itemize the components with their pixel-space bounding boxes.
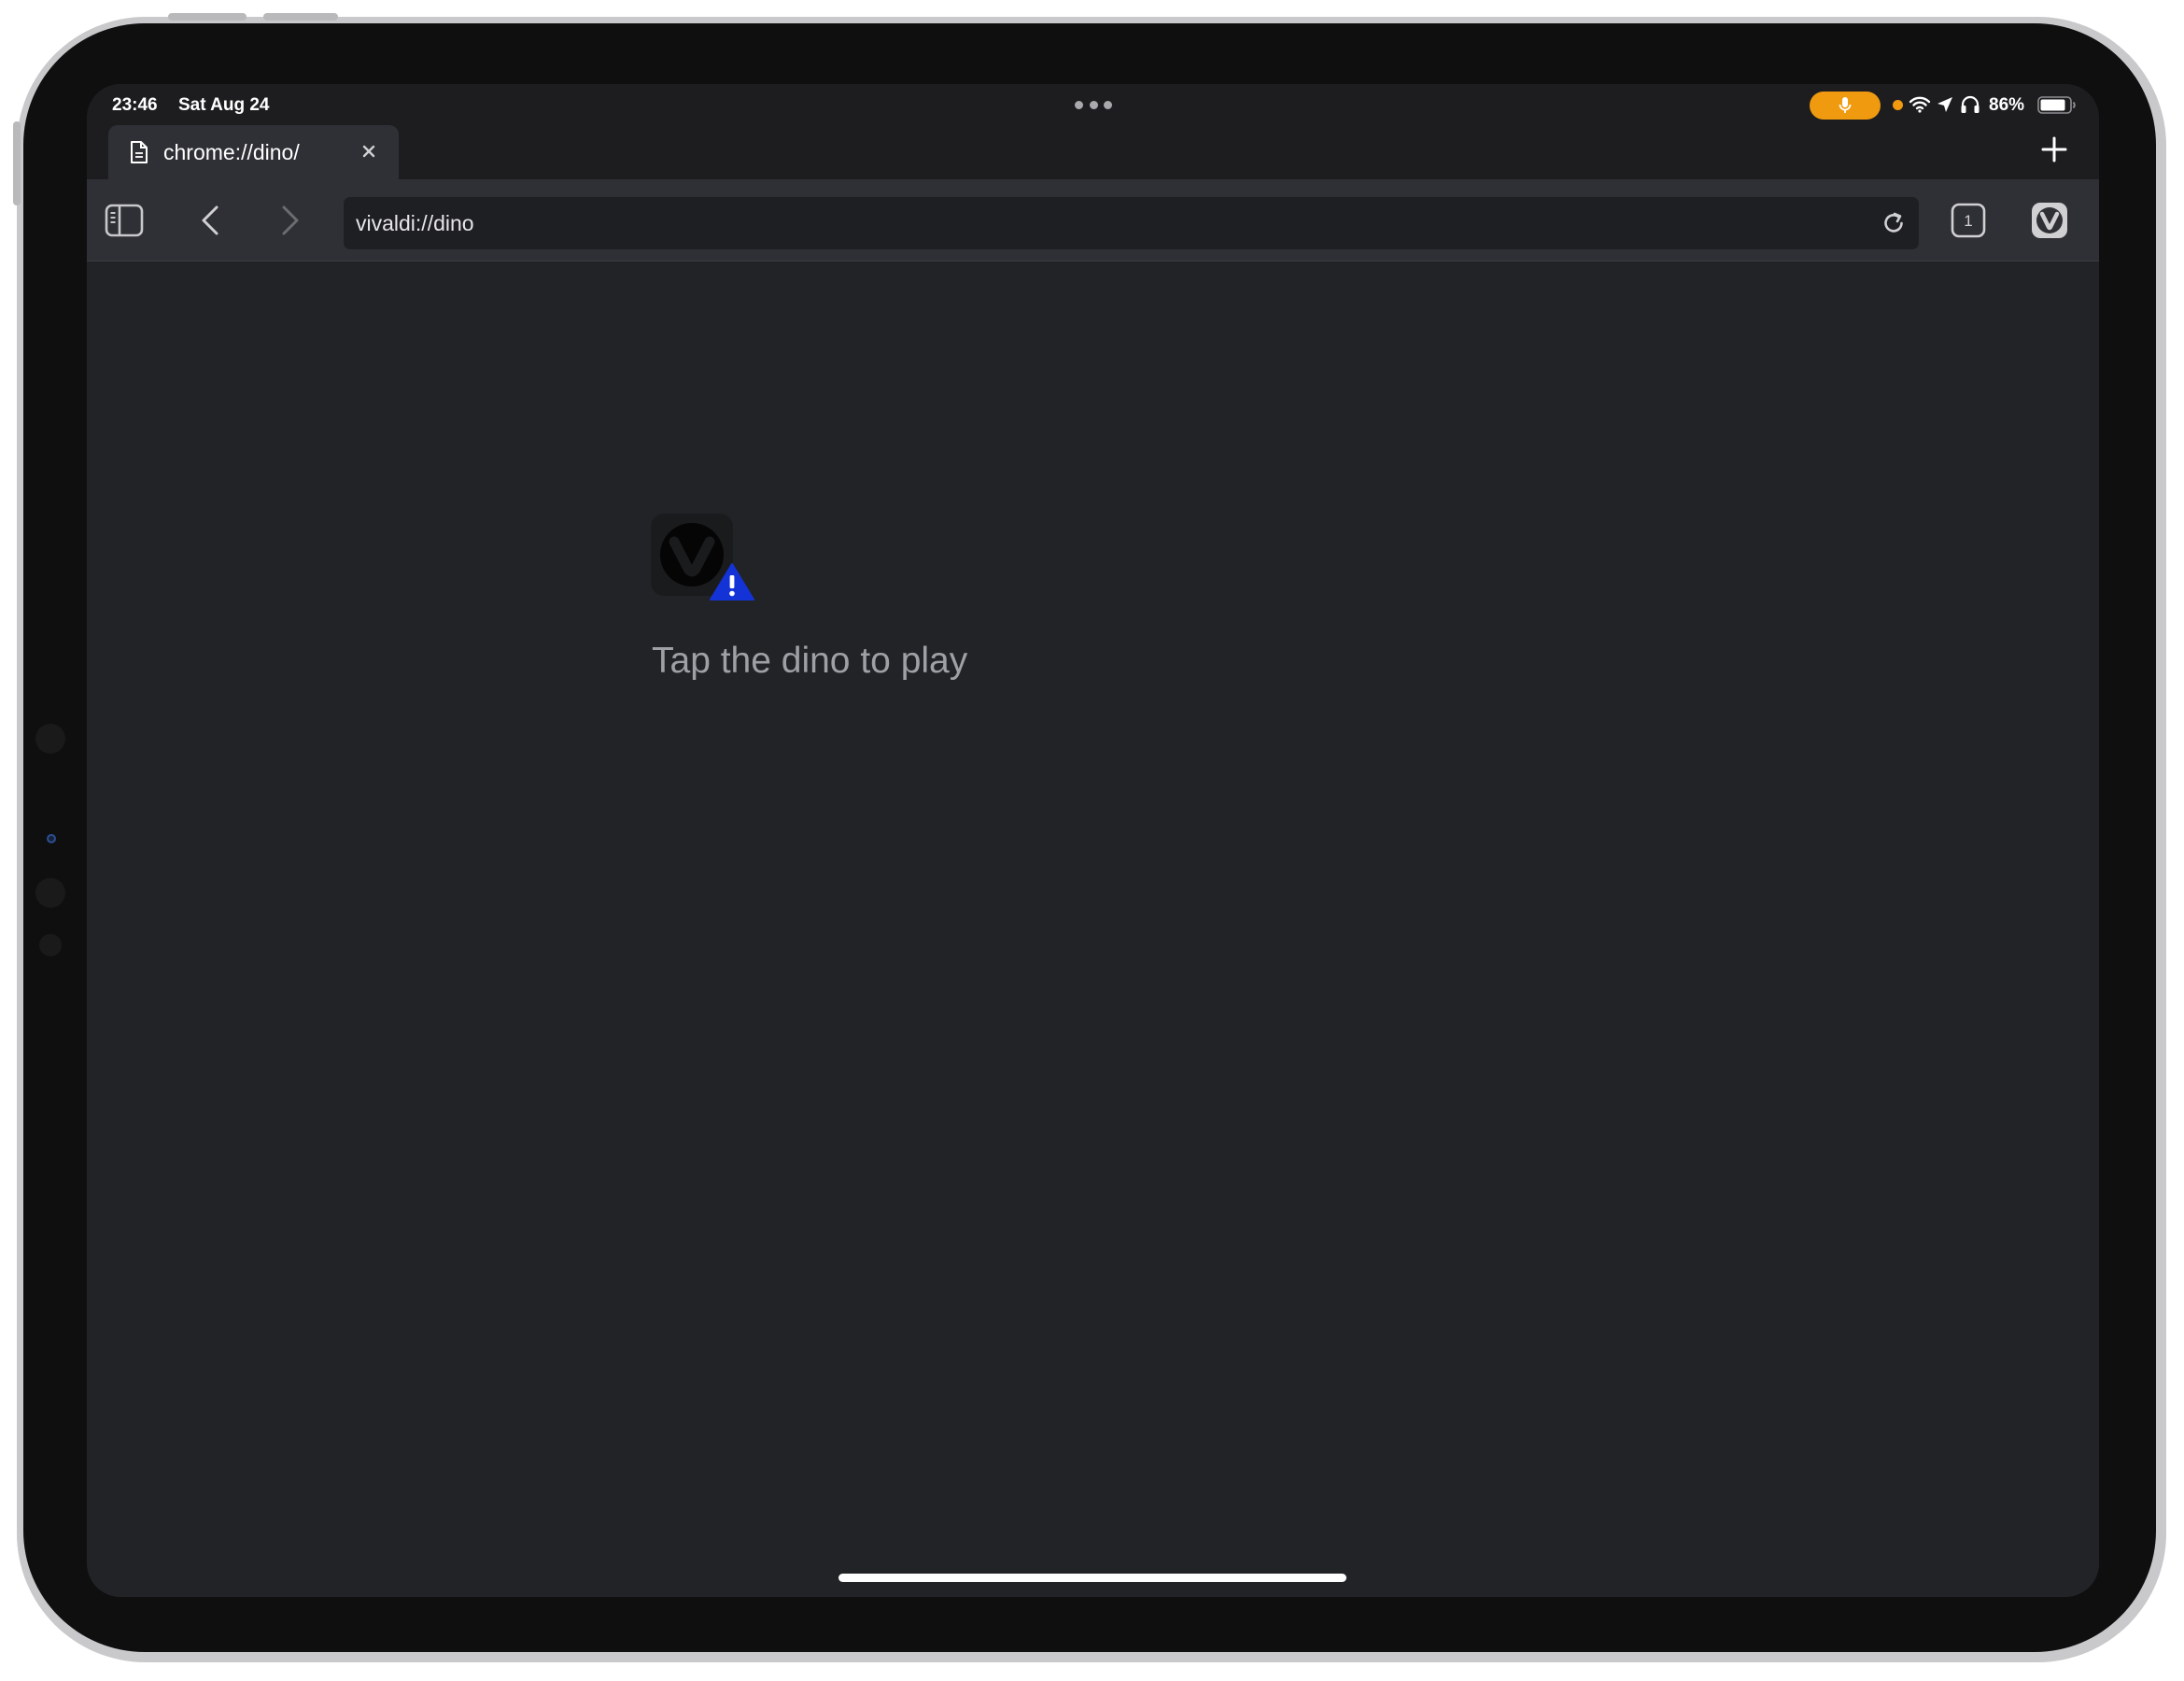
chevron-left-icon (202, 205, 218, 235)
dino-message: Tap the dino to play (652, 641, 968, 681)
status-date: Sat Aug 24 (178, 95, 270, 115)
privacy-dot (1893, 100, 1903, 110)
address-bar[interactable]: vivaldi://dino (344, 197, 1919, 249)
top-button-right (263, 13, 338, 21)
status-time: 23:46 (112, 95, 158, 115)
screen: 23:46 Sat Aug 24 86% chrome://dino/ viva… (87, 84, 2099, 1597)
panel-toggle-button[interactable] (104, 200, 145, 241)
reload-icon[interactable] (1880, 209, 1908, 237)
vivaldi-menu-button[interactable] (2029, 200, 2070, 241)
toolbar: vivaldi://dino 1 (87, 179, 2099, 261)
location-icon (1937, 97, 1952, 112)
address-text[interactable]: vivaldi://dino (356, 211, 474, 236)
camera-dot (35, 724, 65, 754)
mic-icon (1839, 97, 1852, 113)
tab-count: 1 (1964, 212, 1972, 230)
battery-percentage: 86% (1989, 95, 2025, 115)
sensor-dot (35, 878, 65, 908)
forward-button[interactable] (270, 200, 311, 241)
vivaldi-menu-icon (2032, 203, 2067, 238)
panel-toggle-icon (105, 204, 144, 237)
chevron-right-icon (282, 205, 299, 235)
page-content: Tap the dino to play (87, 261, 2099, 1597)
tab-active[interactable]: chrome://dino/ (108, 125, 399, 179)
plus-icon[interactable] (2040, 135, 2068, 163)
side-button (13, 121, 21, 205)
headphones-icon (1961, 95, 1980, 113)
tab-strip: chrome://dino/ (87, 125, 2099, 179)
wifi-icon (1909, 96, 1931, 113)
battery-icon (2037, 96, 2076, 114)
tab-switcher-icon: 1 (1951, 203, 1986, 238)
mic-indicator[interactable] (1810, 92, 1881, 120)
home-indicator[interactable] (838, 1574, 1346, 1582)
tab-switcher-button[interactable]: 1 (1948, 200, 1989, 241)
sensor-indicator (47, 834, 56, 843)
multitasking-dots[interactable] (1075, 101, 1112, 110)
close-icon[interactable] (357, 139, 381, 163)
tab-title: chrome://dino/ (163, 140, 300, 164)
dino-button[interactable] (651, 514, 758, 607)
status-bar: 23:46 Sat Aug 24 86% (87, 84, 2099, 125)
back-button[interactable] (190, 200, 231, 241)
document-icon (131, 141, 148, 163)
top-button-left (168, 13, 247, 21)
warning-icon (710, 563, 754, 600)
mic-dot (39, 934, 62, 956)
